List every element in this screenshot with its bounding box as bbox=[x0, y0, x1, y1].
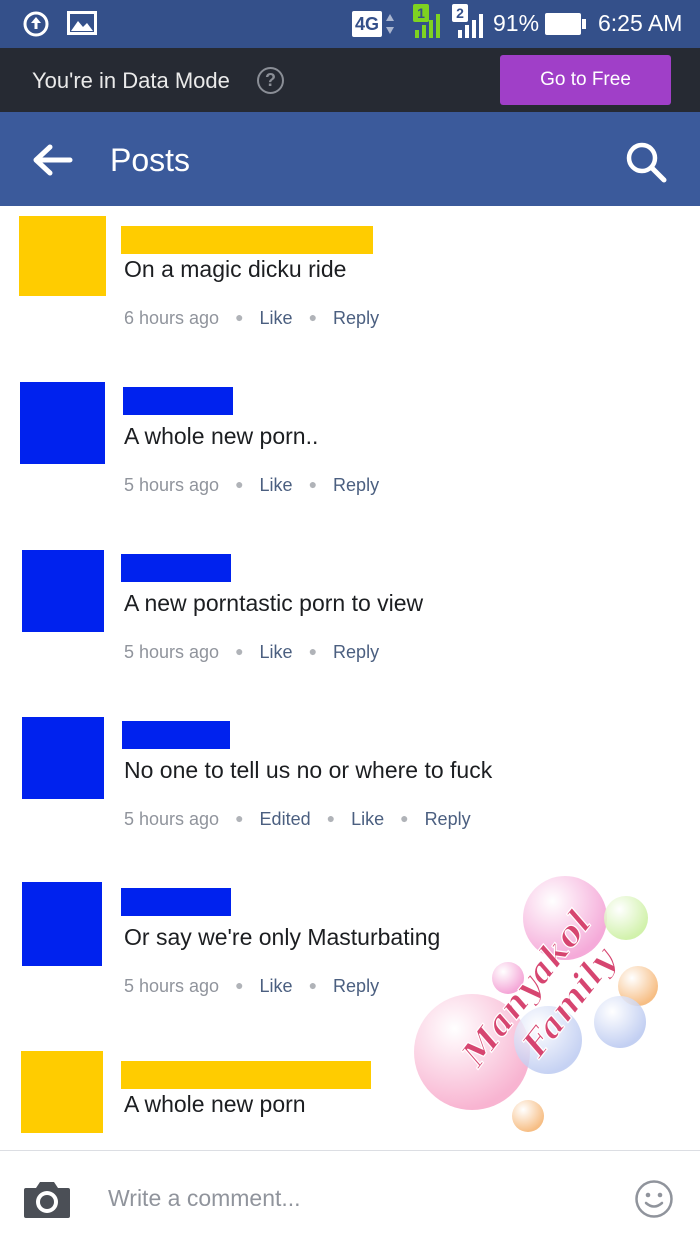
network-type-badge: 4G bbox=[352, 11, 382, 37]
comment-timestamp: 5 hours ago bbox=[124, 475, 220, 495]
reply-link[interactable]: Reply bbox=[333, 475, 379, 495]
author-name-redacted[interactable] bbox=[121, 888, 231, 916]
separator-dot: ● bbox=[235, 309, 244, 325]
separator-dot: ● bbox=[400, 810, 409, 826]
author-name-redacted[interactable] bbox=[121, 1061, 371, 1089]
comment-item: No one to tell us no or where to fuck 5 … bbox=[0, 707, 700, 867]
camera-icon[interactable] bbox=[22, 1178, 72, 1220]
avatar[interactable] bbox=[19, 216, 106, 296]
like-link[interactable]: Like bbox=[260, 976, 293, 996]
comment-item: On a magic dicku ride 6 hours ago ● Like ● R… bbox=[0, 206, 700, 366]
comment-composer bbox=[0, 1150, 700, 1244]
separator-dot: ● bbox=[308, 309, 318, 325]
comment-item: A whole new porn bbox=[0, 1041, 700, 1150]
comment-text: A new porntastic porn to view bbox=[124, 590, 424, 616]
avatar[interactable] bbox=[22, 882, 102, 966]
separator-dot: ● bbox=[235, 643, 244, 659]
back-arrow-icon[interactable] bbox=[30, 142, 74, 178]
gallery-icon bbox=[67, 11, 97, 35]
like-link[interactable]: Like bbox=[260, 475, 293, 495]
avatar[interactable] bbox=[22, 550, 104, 632]
author-name-redacted[interactable] bbox=[121, 226, 373, 254]
comment-meta: 5 hours ago ● Like ● Reply bbox=[124, 475, 379, 496]
comment-input[interactable] bbox=[108, 1181, 588, 1215]
reply-link[interactable]: Reply bbox=[333, 642, 379, 662]
separator-dot: ● bbox=[308, 977, 318, 993]
nav-bar: Posts bbox=[0, 112, 700, 206]
comment-meta: 5 hours ago ● Like ● Reply bbox=[124, 642, 379, 663]
comment-timestamp: 5 hours ago bbox=[124, 809, 220, 829]
go-to-free-button[interactable]: Go to Free bbox=[500, 55, 671, 105]
battery-percent: 91% bbox=[493, 10, 540, 36]
sim1-signal-icon bbox=[411, 14, 441, 38]
comment-item: Or say we're only Masturbating 5 hours a… bbox=[0, 874, 700, 1034]
comment-meta: 6 hours ago ● Like ● Reply bbox=[124, 308, 379, 329]
comment-item: A new porntastic porn to view 5 hours ag… bbox=[0, 540, 700, 700]
separator-dot: ● bbox=[235, 476, 244, 492]
comment-timestamp: 6 hours ago bbox=[124, 308, 220, 328]
separator-dot: ● bbox=[235, 810, 244, 826]
separator-dot: ● bbox=[235, 977, 244, 993]
like-link[interactable]: Like bbox=[351, 809, 384, 829]
reply-link[interactable]: Reply bbox=[333, 308, 379, 328]
reply-link[interactable]: Reply bbox=[425, 809, 471, 829]
author-name-redacted[interactable] bbox=[121, 554, 231, 582]
data-saver-icon bbox=[23, 11, 49, 37]
comment-meta: 5 hours ago ● Like ● Reply bbox=[124, 976, 379, 997]
like-link[interactable]: Like bbox=[260, 642, 293, 662]
battery-icon bbox=[545, 13, 586, 35]
separator-dot: ● bbox=[308, 643, 318, 659]
page-title: Posts bbox=[110, 142, 191, 178]
comment-text: A whole new porn.. bbox=[124, 423, 319, 449]
help-icon[interactable]: ? bbox=[257, 67, 284, 94]
status-bar: 4G 1 2 91% 6:25 AM bbox=[0, 0, 700, 48]
avatar[interactable] bbox=[21, 1051, 103, 1133]
clock: 6:25 AM bbox=[598, 10, 683, 36]
author-name-redacted[interactable] bbox=[123, 387, 233, 415]
comment-text: Or say we're only Masturbating bbox=[124, 924, 441, 950]
edited-link[interactable]: Edited bbox=[260, 809, 311, 829]
emoji-icon[interactable] bbox=[634, 1179, 674, 1219]
reply-link[interactable]: Reply bbox=[333, 976, 379, 996]
comment-text: A whole new porn bbox=[124, 1091, 306, 1117]
search-icon[interactable] bbox=[624, 140, 668, 184]
separator-dot: ● bbox=[308, 476, 318, 492]
separator-dot: ● bbox=[326, 810, 336, 826]
author-name-redacted[interactable] bbox=[122, 721, 230, 749]
avatar[interactable] bbox=[22, 717, 104, 799]
comment-timestamp: 5 hours ago bbox=[124, 642, 220, 662]
data-mode-message: You're in Data Mode bbox=[32, 68, 230, 93]
comment-timestamp: 5 hours ago bbox=[124, 976, 220, 996]
comment-meta: 5 hours ago ● Edited ● Like ● Reply bbox=[124, 809, 471, 830]
like-link[interactable]: Like bbox=[260, 308, 293, 328]
avatar[interactable] bbox=[20, 382, 105, 464]
comment-text: No one to tell us no or where to fuck bbox=[124, 757, 493, 783]
sim2-signal-icon bbox=[452, 14, 486, 38]
comment-text: On a magic dicku ride bbox=[124, 256, 347, 282]
comment-item: A whole new porn.. 5 hours ago ● Like ● Repl… bbox=[0, 373, 700, 533]
data-arrows-icon bbox=[386, 14, 394, 34]
